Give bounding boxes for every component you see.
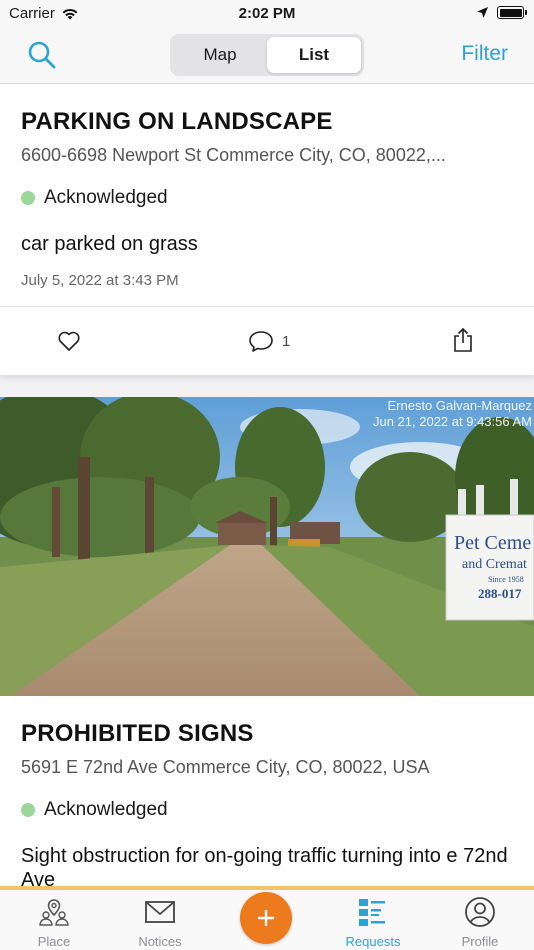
status-right — [476, 6, 527, 19]
request-address: 5691 E 72nd Ave Commerce City, CO, 80022… — [21, 757, 430, 777]
request-title: PARKING ON LANDSCAPE — [21, 108, 333, 135]
tab-label: Place — [37, 934, 71, 949]
view-segmented-control: Map List — [170, 34, 364, 76]
tab-label: Notices — [138, 934, 182, 949]
profile-icon — [465, 897, 495, 927]
tab-place[interactable]: Place — [9, 896, 99, 949]
requests-list-icon — [359, 899, 385, 926]
status-dot — [21, 803, 35, 817]
sign-line-2: and Cremat — [462, 557, 527, 572]
photo-watermark-name: Ernesto Galvan-Marquez — [387, 398, 532, 413]
mail-icon — [145, 901, 175, 923]
tab-requests[interactable]: Requests — [328, 896, 418, 949]
status-label: Acknowledged — [44, 799, 168, 820]
request-photo[interactable]: Pet Ceme and Cremat Since 1958 288-017 E… — [0, 397, 534, 696]
segment-list[interactable]: List — [267, 37, 361, 73]
segment-map[interactable]: Map — [173, 37, 267, 73]
card-actions: 1 — [0, 306, 534, 375]
screen: Carrier 2:02 PM Map List Filter PARKING … — [0, 0, 534, 950]
comment-count: 1 — [282, 332, 291, 350]
heart-icon[interactable] — [57, 329, 81, 353]
request-date: July 5, 2022 at 3:43 PM — [21, 272, 179, 289]
request-card[interactable]: Pet Ceme and Cremat Since 1958 288-017 E… — [0, 397, 534, 890]
request-title: PROHIBITED SIGNS — [21, 720, 254, 747]
tab-notices[interactable]: Notices — [115, 896, 205, 949]
tab-profile[interactable]: Profile — [435, 896, 525, 949]
sign-since: Since 1958 — [488, 575, 524, 584]
sign-phone: 288-017 — [478, 586, 522, 601]
status-row: Acknowledged — [21, 186, 513, 210]
status-dot — [21, 191, 35, 205]
request-description: Sight obstruction for on-going traffic t… — [21, 845, 508, 890]
battery-icon — [497, 6, 527, 19]
card-body: PROHIBITED SIGNS 5691 E 72nd Ave Commerc… — [0, 696, 534, 890]
comment-button[interactable]: 1 — [248, 329, 290, 353]
filter-button[interactable]: Filter — [461, 42, 508, 66]
search-icon[interactable] — [26, 39, 58, 71]
nav-bar: Map List Filter — [0, 30, 534, 84]
request-address: 6600-6698 Newport St Commerce City, CO, … — [21, 145, 446, 165]
share-icon[interactable] — [451, 327, 475, 353]
place-icon — [39, 899, 69, 926]
add-request-button[interactable] — [240, 892, 292, 944]
tab-bar: Place Notices Requests Profile — [0, 886, 534, 950]
status-row: Acknowledged — [21, 798, 513, 822]
sign-line-1: Pet Ceme — [454, 532, 531, 554]
location-arrow-icon — [477, 7, 488, 18]
status-time: 2:02 PM — [238, 5, 296, 22]
status-label: Acknowledged — [44, 187, 168, 208]
comment-bubble-icon — [249, 331, 273, 352]
photo-watermark-date: Jun 21, 2022 at 9:43:56 AM — [373, 414, 532, 429]
plus-icon — [257, 909, 275, 927]
status-bar: Carrier 2:02 PM — [0, 0, 534, 30]
request-description: car parked on grass — [21, 233, 198, 255]
photo-scene: Pet Ceme and Cremat Since 1958 288-017 E… — [0, 397, 534, 696]
tab-label: Requests — [345, 934, 401, 949]
card-body: PARKING ON LANDSCAPE 6600-6698 Newport S… — [0, 84, 534, 291]
tab-label: Profile — [461, 934, 499, 949]
request-card[interactable]: PARKING ON LANDSCAPE 6600-6698 Newport S… — [0, 84, 534, 375]
requests-feed[interactable]: PARKING ON LANDSCAPE 6600-6698 Newport S… — [0, 84, 534, 890]
